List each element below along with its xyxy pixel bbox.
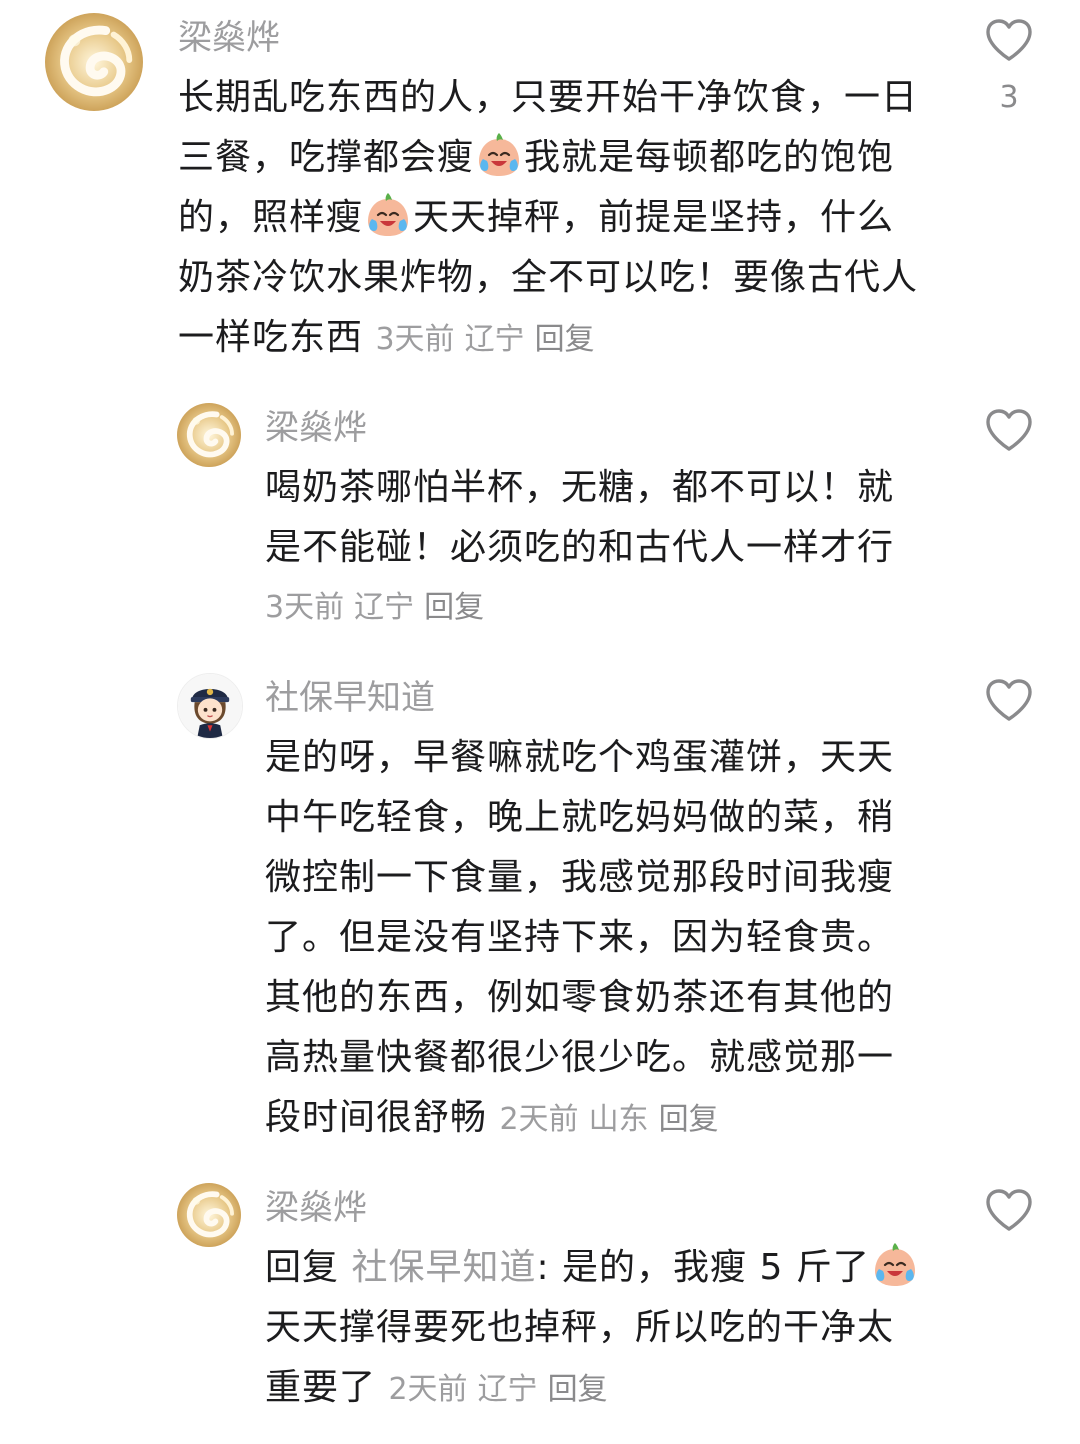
reply-button[interactable]: 回复 bbox=[548, 1372, 608, 1407]
reply-button[interactable]: 回复 bbox=[535, 322, 595, 357]
crying-laughing-emoji-icon bbox=[871, 1241, 919, 1289]
username[interactable]: 梁燊烨 bbox=[178, 18, 280, 58]
comment-text-part: 是的呀，早餐嘛就吃个鸡蛋灌饼，天天中午吃轻食，晚上就吃妈妈做的菜，稍微控制一下食… bbox=[265, 737, 895, 1138]
like-count: 3 bbox=[999, 80, 1019, 115]
comment-time: 2天前 bbox=[388, 1372, 468, 1407]
like-button[interactable] bbox=[985, 408, 1033, 452]
comment-text: 长期乱吃东西的人，只要开始干净饮食，一日三餐，吃撑都会瘦 我就是每顿都吃的饱饱的，… bbox=[178, 68, 918, 370]
heart-outline-icon bbox=[985, 1188, 1033, 1232]
comment-time: 3天前 bbox=[265, 590, 345, 625]
heart-outline-icon bbox=[985, 408, 1033, 452]
reply-button[interactable]: 回复 bbox=[424, 590, 484, 625]
username[interactable]: 梁燊烨 bbox=[265, 408, 367, 448]
cartoon-officer-avatar-icon bbox=[178, 674, 242, 738]
user-avatar[interactable] bbox=[45, 13, 143, 111]
comment-text: 回复 社保早知道: 是的，我瘦 5 斤了 天天撑得要死也掉秤，所以吃的干净太重要了… bbox=[265, 1238, 920, 1420]
comment-meta: 2天前 山东 回复 bbox=[499, 1102, 728, 1137]
username[interactable]: 梁燊烨 bbox=[265, 1188, 367, 1228]
comment-location: 辽宁 bbox=[477, 1372, 538, 1407]
comment-time: 2天前 bbox=[499, 1102, 579, 1137]
reply-prefix: 回复 bbox=[265, 1247, 340, 1288]
comment-location: 辽宁 bbox=[354, 590, 415, 625]
like-button[interactable] bbox=[985, 1188, 1033, 1232]
user-avatar[interactable] bbox=[177, 1183, 241, 1247]
golden-swirl-avatar-icon bbox=[177, 403, 241, 467]
comment-location: 辽宁 bbox=[464, 322, 525, 357]
user-avatar[interactable] bbox=[177, 403, 241, 467]
crying-laughing-emoji-icon bbox=[364, 191, 412, 239]
like-button[interactable] bbox=[985, 678, 1033, 722]
user-avatar[interactable] bbox=[177, 673, 243, 739]
username[interactable]: 社保早知道 bbox=[265, 678, 435, 718]
comment-text: 是的呀，早餐嘛就吃个鸡蛋灌饼，天天中午吃轻食，晚上就吃妈妈做的菜，稍微控制一下食… bbox=[265, 728, 920, 1150]
golden-swirl-avatar-icon bbox=[45, 13, 143, 111]
comment-meta: 3天前 辽宁 回复 bbox=[265, 578, 920, 638]
heart-outline-icon bbox=[985, 18, 1033, 62]
comment-text-part: : 是的，我瘦 5 斤了 bbox=[536, 1247, 870, 1288]
crying-laughing-emoji-icon bbox=[475, 131, 523, 179]
heart-outline-icon bbox=[985, 678, 1033, 722]
comment-text: 喝奶茶哪怕半杯，无糖，都不可以！就是不能碰！必须吃的和古代人一样才行 3天前 辽宁… bbox=[265, 458, 920, 638]
reply-button[interactable]: 回复 bbox=[659, 1102, 719, 1137]
comment-meta: 2天前 辽宁 回复 bbox=[388, 1372, 617, 1407]
golden-swirl-avatar-icon bbox=[177, 1183, 241, 1247]
comment-time: 3天前 bbox=[375, 322, 455, 357]
like-button[interactable] bbox=[985, 18, 1033, 62]
comment-meta: 3天前 辽宁 回复 bbox=[375, 322, 604, 357]
comment-location: 山东 bbox=[588, 1102, 649, 1137]
mention-link[interactable]: 社保早知道 bbox=[351, 1247, 536, 1288]
comment-text-part: 喝奶茶哪怕半杯，无糖，都不可以！就是不能碰！必须吃的和古代人一样才行 bbox=[265, 467, 895, 568]
